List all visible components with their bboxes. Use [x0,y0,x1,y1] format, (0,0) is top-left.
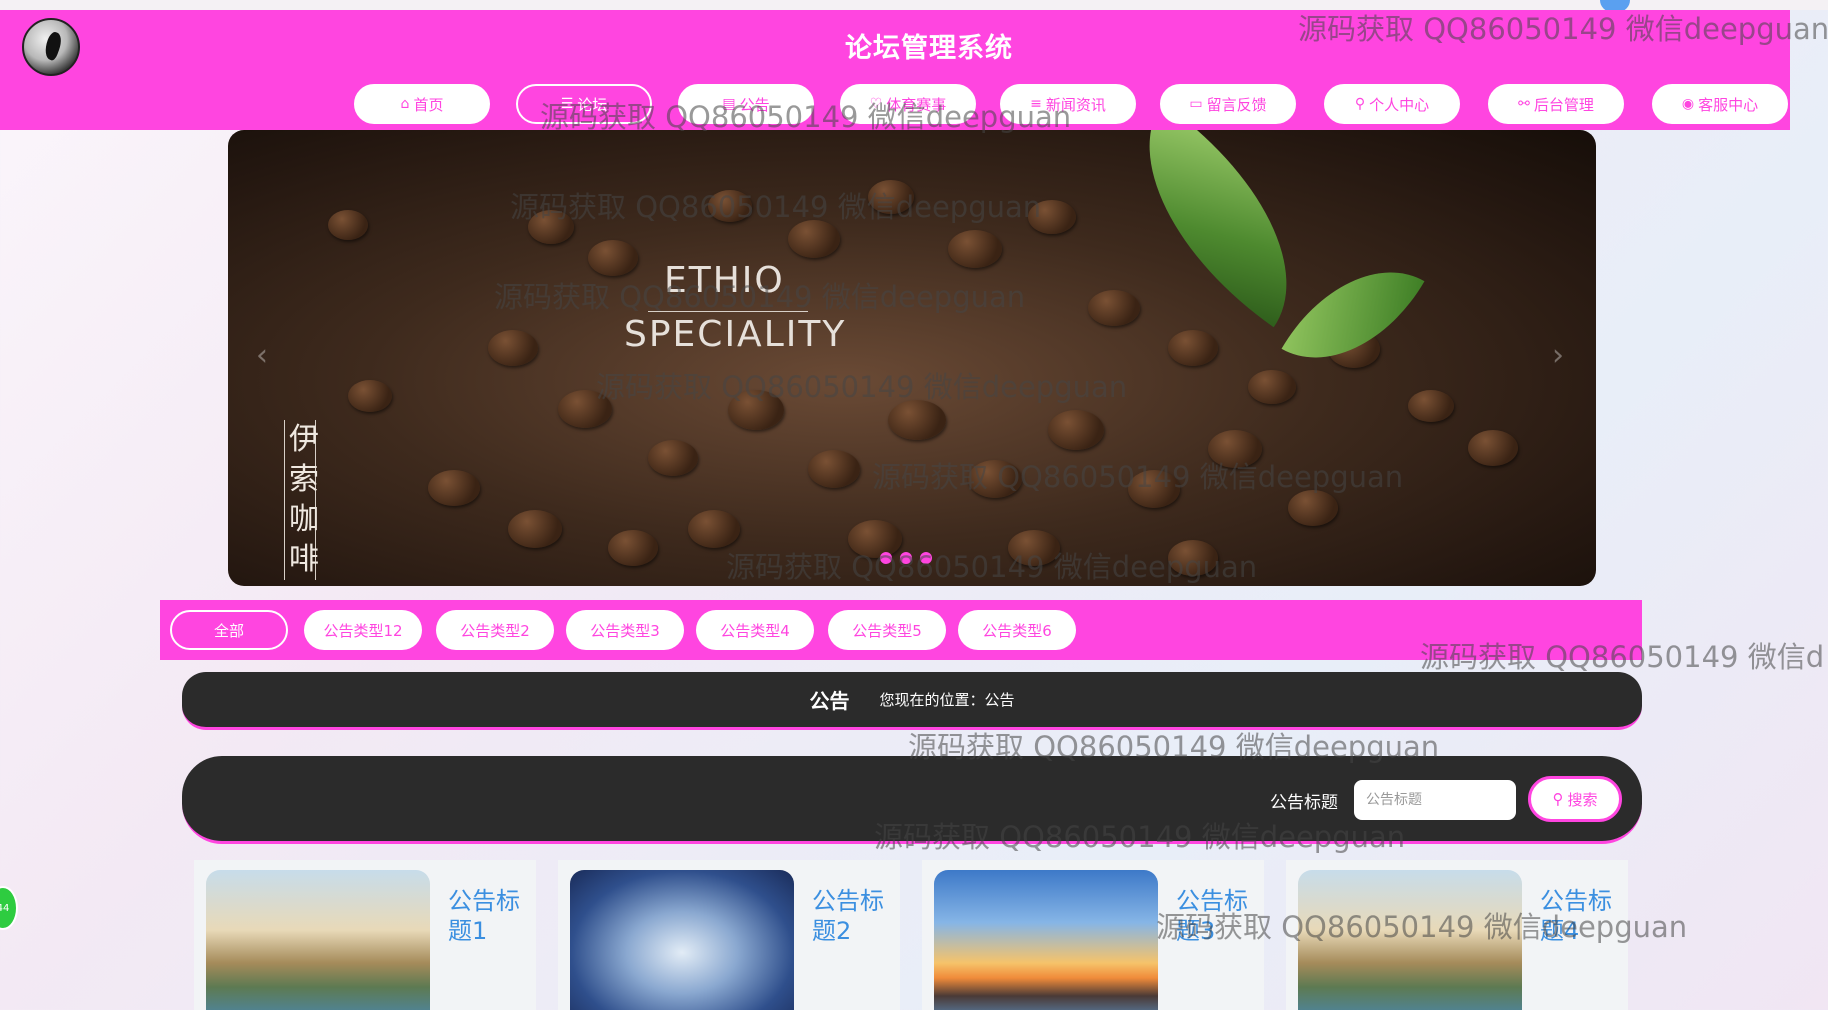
nav-home[interactable]: ⌂ 首页 [354,84,490,124]
carousel-next-icon[interactable]: › [1552,338,1564,373]
banner-brand-line2: SPECIALITY [624,314,847,355]
filter-all[interactable]: 全部 [170,610,288,650]
site-title: 论坛管理系统 [845,33,1013,64]
notice-title[interactable]: 公告标题1 [448,886,528,946]
notice-image[interactable] [570,870,794,1010]
carousel-dots [880,552,932,564]
notice-icon: ▤ [722,96,736,112]
notice-title[interactable]: 公告标题4 [1540,886,1620,946]
notice-image[interactable] [1298,870,1522,1010]
carousel-prev-icon[interactable]: ‹ [256,338,268,373]
feedback-icon: ▭ [1189,96,1203,112]
notice-image[interactable] [934,870,1158,1010]
location-path: 您现在的位置：公告 [879,691,1015,709]
notice-card[interactable]: 公告标题4 [1286,860,1628,1010]
forum-icon: ☰ [560,96,574,112]
filter-type3[interactable]: 公告类型3 [566,610,684,650]
nav-admin[interactable]: ⚯ 后台管理 [1488,84,1624,124]
banner-carousel[interactable]: ETHIO SPECIALITY 伊索咖啡 ‹ › [228,130,1596,586]
filter-type4[interactable]: 公告类型4 [696,610,814,650]
filter-type2[interactable]: 公告类型2 [436,610,554,650]
home-icon: ⌂ [400,96,410,112]
carousel-dot[interactable] [920,552,932,564]
nav-service[interactable]: ◉ 客服中心 [1652,84,1788,124]
carousel-dot[interactable] [880,552,892,564]
search-input[interactable] [1354,780,1516,820]
search-icon: ⚲ [1552,790,1564,808]
filter-type5[interactable]: 公告类型5 [828,610,946,650]
banner-divider [648,311,808,312]
search-bar: 公告标题 ⚲搜索 [182,756,1642,844]
filter-type12[interactable]: 公告类型12 [304,610,422,650]
nav-profile[interactable]: ⚲ 个人中心 [1324,84,1460,124]
carousel-dot[interactable] [900,552,912,564]
user-icon: ⚲ [1354,96,1366,112]
notice-card[interactable]: 公告标题2 [558,860,900,1010]
banner-vertical-text: 伊索咖啡 [284,420,319,580]
search-label: 公告标题 [1270,793,1338,813]
trophy-icon: ♡ [869,96,883,112]
notice-title[interactable]: 公告标题3 [1176,886,1256,946]
site-header: 论坛管理系统 ⌂ 首页 ☰ 论坛 ▤ 公告 ♡ 体育赛事 ≡ 新闻资讯 ▭ 留言反馈 ⚲ 个人… [0,10,1790,130]
nav-feedback[interactable]: ▭ 留言反馈 [1160,84,1296,124]
notice-card[interactable]: 公告标题3 [922,860,1264,1010]
filter-type6[interactable]: 公告类型6 [958,610,1076,650]
banner-brand-line1: ETHIO [664,260,785,301]
side-float-badge[interactable]: 44 [0,886,18,930]
breadcrumb: 公告 您现在的位置：公告 [182,672,1642,730]
news-icon: ≡ [1030,96,1042,112]
notice-title[interactable]: 公告标题2 [812,886,892,946]
leaf-decoration-small [1281,236,1425,394]
nav-sports[interactable]: ♡ 体育赛事 [840,84,976,124]
nav-notice[interactable]: ▤ 公告 [678,84,814,124]
chat-icon: ◉ [1681,96,1695,112]
link-icon: ⚯ [1518,96,1530,112]
notice-image[interactable] [206,870,430,1010]
nav-news[interactable]: ≡ 新闻资讯 [1000,84,1136,124]
section-title: 公告 [809,689,850,713]
nav-forum[interactable]: ☰ 论坛 [516,84,652,124]
search-button[interactable]: ⚲ 搜索 [1528,776,1622,822]
notice-type-filter: 全部 公告类型12 公告类型2 公告类型3 公告类型4 公告类型5 公告类型6 [160,600,1642,660]
top-strip [0,0,1828,10]
notice-card[interactable]: 公告标题1 [194,860,536,1010]
